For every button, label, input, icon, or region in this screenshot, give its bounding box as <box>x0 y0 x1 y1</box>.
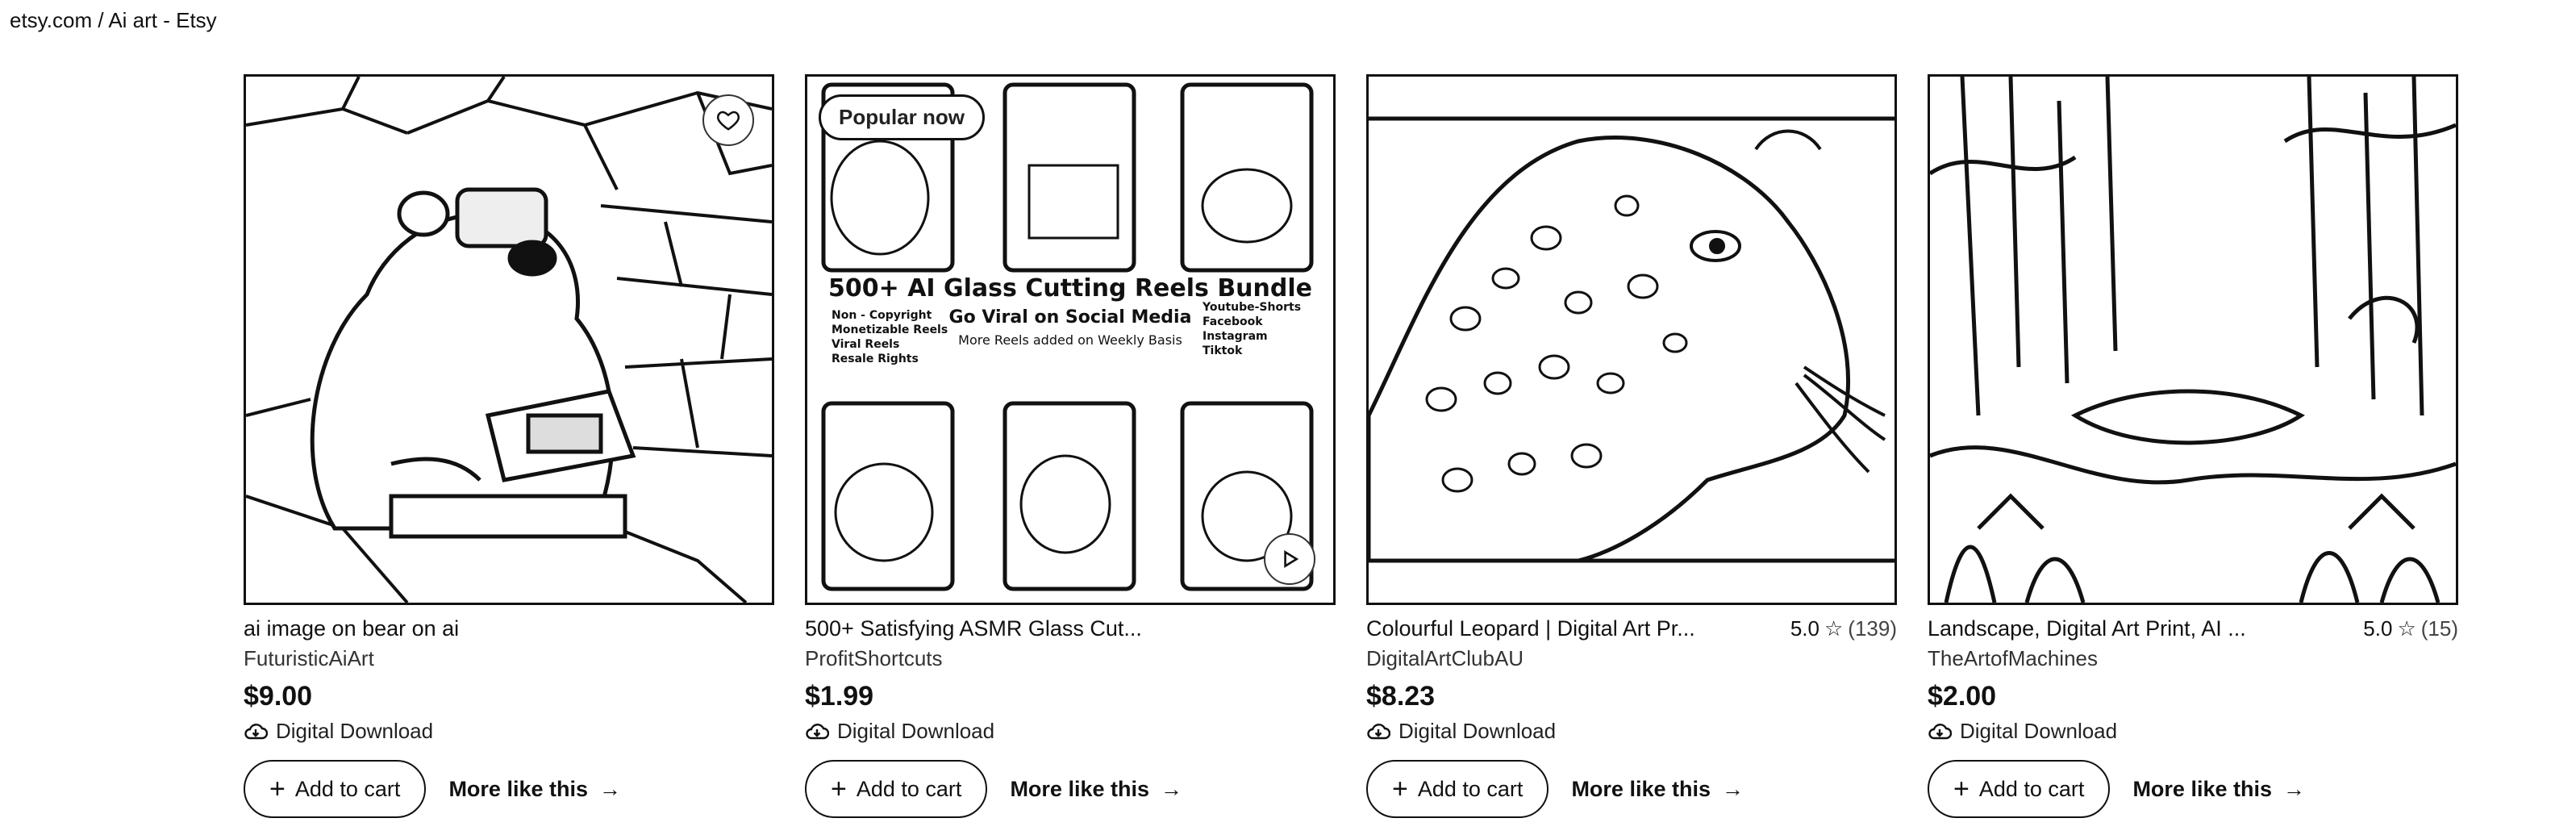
favorite-button[interactable] <box>702 94 754 146</box>
listing-title[interactable]: 500+ Satisfying ASMR Glass Cut... <box>805 616 1142 641</box>
add-to-cart-button[interactable]: + Add to cart <box>1366 760 1549 818</box>
shop-name[interactable]: TheArtofMachines <box>1928 646 2458 671</box>
rating: 5.0 ☆ (139) <box>1790 616 1897 641</box>
add-to-cart-button[interactable]: + Add to cart <box>244 760 427 818</box>
more-like-this-label: More like this <box>2132 776 2272 801</box>
more-like-this-label: More like this <box>1571 776 1711 801</box>
rating-value: 5.0 <box>1790 616 1819 641</box>
rating-value: 5.0 <box>2363 616 2393 641</box>
jungle-landscape-illustration <box>1930 77 2456 603</box>
platform-item: Youtube-Shorts <box>1202 301 1301 314</box>
breadcrumb: etsy.com / Ai art - Etsy <box>10 8 217 32</box>
feature-item: Resale Rights <box>832 353 919 365</box>
shop-name[interactable]: ProfitShortcuts <box>805 646 1336 671</box>
cloud-download-icon <box>1367 723 1390 739</box>
headline: 500+ AI Glass Cutting Reels Bundle <box>828 274 1312 303</box>
listing-title[interactable]: Colourful Leopard | Digital Art Pr... <box>1366 616 1695 641</box>
listing-image[interactable]: 500+ AI Glass Cutting Reels Bundle Go Vi… <box>805 74 1336 605</box>
listing-card[interactable]: 500+ AI Glass Cutting Reels Bundle Go Vi… <box>805 74 1336 818</box>
delivery-label: Digital Download <box>276 719 434 743</box>
listing-price: $2.00 <box>1928 681 1997 712</box>
rating-count: (139) <box>1848 616 1897 641</box>
arrow-right-icon: → <box>1160 776 1182 801</box>
leopard-illustration <box>1369 116 1894 563</box>
add-to-cart-label: Add to cart <box>856 776 962 801</box>
delivery-label: Digital Download <box>1398 719 1557 743</box>
more-like-this-link[interactable]: More like this → <box>2132 777 2305 802</box>
listing-image[interactable] <box>1366 74 1897 605</box>
platform-item: Tiktok <box>1203 344 1243 357</box>
arrow-right-icon: → <box>598 776 621 801</box>
add-to-cart-button[interactable]: + Add to cart <box>1928 760 2111 818</box>
star-icon: ☆ <box>2397 616 2416 641</box>
cloud-download-icon <box>1928 723 1952 739</box>
listing-title[interactable]: Landscape, Digital Art Print, AI ... <box>1928 616 2246 641</box>
feature-item: Viral Reels <box>832 338 899 351</box>
reels-bundle-graphic: 500+ AI Glass Cutting Reels Bundle Go Vi… <box>821 82 1314 591</box>
listing-price: $8.23 <box>1366 681 1436 712</box>
plus-icon: + <box>1953 774 1970 804</box>
listing-card[interactable]: Landscape, Digital Art Print, AI ... 5.0… <box>1928 74 2458 818</box>
subline: More Reels added on Weekly Basis <box>958 332 1182 348</box>
platform-item: Facebook <box>1203 315 1263 328</box>
delivery-type: Digital Download <box>244 719 774 744</box>
cloud-download-icon <box>244 723 268 739</box>
more-like-this-label: More like this <box>448 776 588 801</box>
listing-grid: ai image on bear on ai FuturisticAiArt $… <box>244 74 2458 818</box>
delivery-label: Digital Download <box>1960 719 2118 743</box>
bear-illustration <box>246 77 772 603</box>
shop-name[interactable]: DigitalArtClubAU <box>1366 646 1897 671</box>
platform-item: Instagram <box>1203 330 1268 343</box>
cloud-download-icon <box>806 723 829 739</box>
play-icon <box>1284 550 1299 568</box>
listing-price: $9.00 <box>244 681 313 712</box>
listing-card[interactable]: ai image on bear on ai FuturisticAiArt $… <box>244 74 774 818</box>
listing-image[interactable] <box>244 74 774 605</box>
add-to-cart-label: Add to cart <box>1978 776 2085 801</box>
arrow-right-icon: → <box>1721 776 1744 801</box>
heart-icon <box>716 111 740 131</box>
feature-item: Monetizable Reels <box>832 323 948 336</box>
delivery-type: Digital Download <box>805 719 1336 744</box>
subheadline: Go Viral on Social Media <box>949 307 1192 328</box>
delivery-label: Digital Download <box>837 719 995 743</box>
more-like-this-link[interactable]: More like this → <box>1571 777 1744 802</box>
listing-title[interactable]: ai image on bear on ai <box>244 616 459 641</box>
plus-icon: + <box>269 774 286 804</box>
feature-item: Non - Copyright <box>832 309 932 322</box>
delivery-type: Digital Download <box>1366 719 1897 744</box>
more-like-this-label: More like this <box>1010 776 1149 801</box>
popular-badge: Popular now <box>819 94 985 140</box>
add-to-cart-label: Add to cart <box>294 776 401 801</box>
add-to-cart-button[interactable]: + Add to cart <box>805 760 988 818</box>
listing-card[interactable]: Colourful Leopard | Digital Art Pr... 5.… <box>1366 74 1897 818</box>
plus-icon: + <box>1392 774 1408 804</box>
delivery-type: Digital Download <box>1928 719 2458 744</box>
play-video-button[interactable] <box>1264 533 1315 585</box>
plus-icon: + <box>831 774 847 804</box>
rating: 5.0 ☆ (15) <box>2363 616 2458 641</box>
listing-price: $1.99 <box>805 681 874 712</box>
add-to-cart-label: Add to cart <box>1417 776 1524 801</box>
listing-image[interactable] <box>1928 74 2458 605</box>
more-like-this-link[interactable]: More like this → <box>1010 777 1182 802</box>
more-like-this-link[interactable]: More like this → <box>448 777 621 802</box>
shop-name[interactable]: FuturisticAiArt <box>244 646 774 671</box>
rating-count: (15) <box>2420 616 2458 641</box>
arrow-right-icon: → <box>2282 776 2305 801</box>
star-icon: ☆ <box>1824 616 1844 641</box>
